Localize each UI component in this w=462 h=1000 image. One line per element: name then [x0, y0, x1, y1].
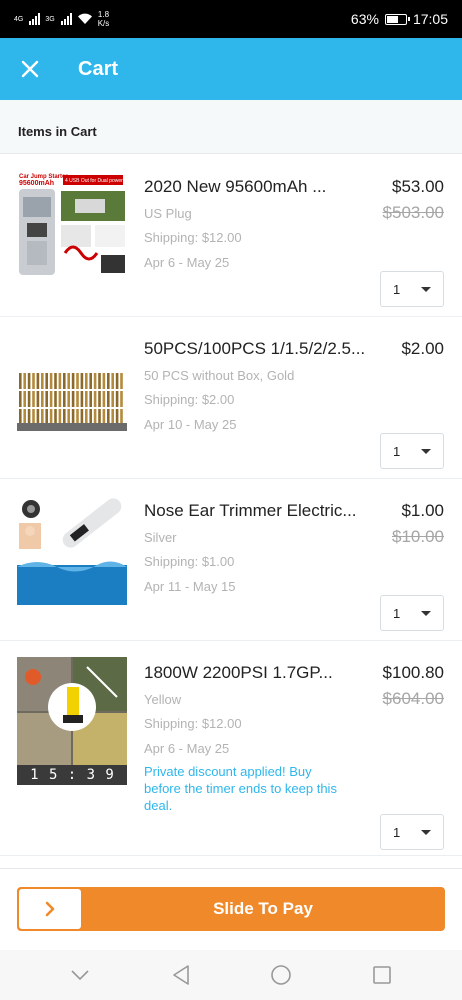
status-left: 4G 3G 1.8 K/s — [14, 10, 109, 28]
recents-button[interactable] — [362, 955, 402, 995]
image-text-line-2: 95600mAh — [19, 180, 54, 187]
item-price: $1.00 — [401, 501, 444, 520]
home-button[interactable] — [261, 955, 301, 995]
product-image-pressure-washer[interactable] — [17, 657, 127, 765]
item-price: $100.80 — [382, 663, 444, 682]
item-delivery: Apr 11 - May 15 — [144, 579, 236, 594]
back-button[interactable] — [161, 955, 201, 995]
quantity-value: 1 — [393, 824, 401, 840]
timer-digit: 9 — [105, 767, 114, 783]
item-title[interactable]: 50PCS/100PCS 1/1.5/2/2.5... — [144, 339, 372, 359]
network-speed-unit: K/s — [97, 19, 110, 28]
item-shipping: Shipping: $1.00 — [144, 554, 235, 569]
quantity-select[interactable]: 1 — [380, 595, 444, 631]
back-icon — [172, 965, 189, 985]
item-original-price: $10.00 — [392, 527, 444, 546]
checkout-bar: Slide To Pay — [0, 868, 462, 950]
network-type-1: 4G — [14, 15, 24, 23]
quantity-select[interactable]: 1 — [380, 814, 444, 850]
battery-fill — [386, 15, 399, 23]
chevron-down-icon — [71, 970, 89, 980]
slide-to-pay[interactable]: Slide To Pay — [17, 887, 445, 931]
item-original-price: $604.00 — [382, 689, 444, 708]
timer-digit: 5 — [48, 767, 58, 783]
signal-strength-icon — [29, 13, 41, 25]
status-bar: 4G 3G 1.8 K/s 63% 17:05 — [0, 0, 462, 38]
private-discount-notice: Private discount applied! Buy before the… — [144, 764, 337, 813]
home-icon — [271, 965, 292, 985]
quantity-value: 1 — [393, 605, 401, 621]
caret-down-icon — [421, 449, 431, 454]
item-variant: 50 PCS without Box, Gold — [144, 368, 295, 383]
product-image-drill-bits[interactable] — [17, 333, 127, 443]
network-type-2: 3G — [45, 15, 55, 23]
caret-down-icon — [421, 287, 431, 292]
caret-down-icon — [421, 830, 431, 835]
quantity-value: 1 — [393, 281, 401, 297]
cart-item[interactable]: Nose Ear Trimmer Electric... $1.00 $10.0… — [0, 479, 462, 641]
item-delivery: Apr 10 - May 25 — [144, 417, 237, 432]
discount-timer: 1 5 : 3 9 — [17, 765, 127, 785]
close-button[interactable] — [0, 38, 60, 100]
item-variant: Yellow — [144, 692, 182, 707]
status-right: 63% 17:05 — [351, 11, 448, 27]
timer-digit: 3 — [86, 767, 95, 783]
battery-icon — [384, 13, 410, 25]
item-variant: US Plug — [144, 206, 192, 221]
system-nav-bar — [0, 950, 462, 1000]
section-label: Items in Cart — [0, 100, 462, 154]
product-image-car-jump-starter[interactable]: Car Jump Starter 95600mAh 4 USB Out for … — [17, 171, 127, 281]
image-text-line-3: 4 USB Out for Dual power — [65, 178, 123, 184]
network-speed: 1.8 K/s — [98, 10, 110, 28]
app-header: Cart — [0, 38, 462, 100]
caret-down-icon — [421, 611, 431, 616]
item-shipping: Shipping: $12.00 — [144, 230, 242, 245]
item-delivery: Apr 6 - May 25 — [144, 255, 230, 270]
quantity-select[interactable]: 1 — [380, 271, 444, 307]
item-original-price: $503.00 — [382, 203, 444, 222]
battery-percent: 63% — [350, 11, 379, 27]
item-title[interactable]: 2020 New 95600mAh ... — [144, 177, 372, 197]
item-price: $2.00 — [401, 339, 444, 358]
cart-item[interactable]: 50PCS/100PCS 1/1.5/2/2.5... $2.00 50 PCS… — [0, 317, 462, 479]
quantity-select[interactable]: 1 — [380, 433, 444, 469]
clock: 17:05 — [412, 11, 448, 27]
item-title[interactable]: Nose Ear Trimmer Electric... — [144, 501, 372, 521]
slide-knob[interactable] — [19, 889, 81, 929]
recents-icon — [372, 966, 391, 984]
item-shipping: Shipping: $2.00 — [144, 392, 235, 407]
product-image-nose-trimmer[interactable] — [17, 495, 127, 605]
quantity-value: 1 — [393, 443, 401, 459]
timer-separator: : — [67, 767, 77, 783]
hide-keyboard-button[interactable] — [60, 955, 100, 995]
chevron-right-icon — [45, 901, 55, 917]
item-delivery: Apr 6 - May 25 — [144, 741, 230, 756]
item-shipping: Shipping: $12.00 — [144, 716, 242, 731]
item-title[interactable]: 1800W 2200PSI 1.7GP... — [144, 663, 372, 683]
signal-strength-icon-2 — [60, 13, 72, 25]
network-speed-value: 1.8 — [97, 10, 110, 19]
page-title: Cart — [78, 57, 119, 80]
close-icon — [21, 60, 39, 78]
slide-to-pay-label: Slide To Pay — [213, 899, 313, 918]
item-variant: Silver — [144, 530, 177, 545]
wifi-icon — [77, 13, 92, 24]
cart-item[interactable]: Car Jump Starter 95600mAh 4 USB Out for … — [0, 155, 462, 317]
cart-item[interactable]: 1 5 : 3 9 1800W 2200PSI 1.7GP... $100.80… — [0, 641, 462, 856]
timer-digit: 1 — [30, 767, 39, 783]
item-price: $53.00 — [392, 177, 444, 196]
